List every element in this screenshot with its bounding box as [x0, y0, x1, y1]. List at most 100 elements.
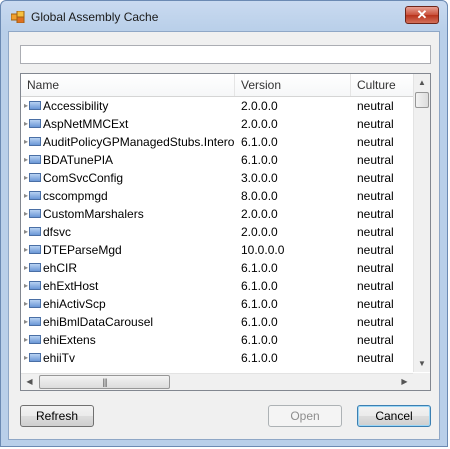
vertical-scroll-thumb[interactable] — [415, 92, 429, 108]
assembly-version: 6.1.0.0 — [241, 279, 278, 293]
close-button[interactable]: ✕ — [405, 6, 439, 24]
assembly-version: 2.0.0.0 — [241, 207, 278, 221]
scroll-down-icon[interactable]: ▼ — [414, 355, 430, 372]
horizontal-scrollbar[interactable]: ◀ ||| ▶ — [21, 373, 413, 390]
list-item[interactable]: ▸ dfsvc 2.0.0.0 neutral — [21, 223, 413, 241]
vertical-scrollbar[interactable]: ▲ ▼ — [413, 74, 430, 372]
assembly-name: ehExtHost — [43, 279, 99, 293]
assembly-name: AspNetMMCExt — [43, 117, 129, 131]
assembly-icon — [29, 173, 41, 182]
expand-icon[interactable]: ▸ — [24, 115, 28, 133]
assembly-culture: neutral — [357, 171, 394, 185]
assembly-version: 6.1.0.0 — [241, 153, 278, 167]
assembly-icon — [29, 137, 41, 146]
assembly-name: AuditPolicyGPManagedStubs.Interop — [43, 135, 235, 149]
list-item[interactable]: ▸ ehiBmlDataCarousel 6.1.0.0 neutral — [21, 313, 413, 331]
list-item[interactable]: ▸ DTEParseMgd 10.0.0.0 neutral — [21, 241, 413, 259]
list-item[interactable]: ▸ CustomMarshalers 2.0.0.0 neutral — [21, 205, 413, 223]
assembly-culture: neutral — [357, 351, 394, 365]
list-item[interactable]: ▸ BDATunePIA 6.1.0.0 neutral — [21, 151, 413, 169]
assembly-icon — [29, 263, 41, 272]
scroll-left-icon[interactable]: ◀ — [21, 374, 38, 390]
assembly-version: 6.1.0.0 — [241, 315, 278, 329]
assembly-name: dfsvc — [43, 225, 72, 239]
assembly-version: 6.1.0.0 — [241, 261, 278, 275]
scrollbar-corner — [413, 373, 430, 390]
assembly-culture: neutral — [357, 279, 394, 293]
assembly-icon — [29, 209, 41, 218]
expand-icon[interactable]: ▸ — [24, 331, 28, 349]
assembly-culture: neutral — [357, 225, 394, 239]
open-button[interactable]: Open — [268, 405, 342, 427]
title-bar[interactable]: Global Assembly Cache ✕ — [1, 1, 447, 31]
scroll-up-icon[interactable]: ▲ — [414, 74, 430, 91]
assembly-icon — [29, 101, 41, 110]
assembly-icon — [29, 245, 41, 254]
assembly-name: CustomMarshalers — [43, 207, 144, 221]
assembly-culture: neutral — [357, 153, 394, 167]
expand-icon[interactable]: ▸ — [24, 277, 28, 295]
expand-icon[interactable]: ▸ — [24, 97, 28, 115]
expand-icon[interactable]: ▸ — [24, 313, 28, 331]
assembly-version: 6.1.0.0 — [241, 135, 278, 149]
scroll-right-icon[interactable]: ▶ — [396, 374, 413, 390]
search-input[interactable] — [20, 45, 431, 64]
expand-icon[interactable]: ▸ — [24, 223, 28, 241]
assembly-icon — [29, 317, 41, 326]
assembly-culture: neutral — [357, 189, 394, 203]
expand-icon[interactable]: ▸ — [24, 205, 28, 223]
assembly-list[interactable]: Name Version Culture ▸ Accessibility 2.0.0… — [20, 73, 431, 391]
list-item[interactable]: ▸ ehiiTv 6.1.0.0 neutral — [21, 349, 413, 367]
assembly-name: Accessibility — [43, 99, 109, 113]
assembly-icon — [29, 155, 41, 164]
list-rows: ▸ Accessibility 2.0.0.0 neutral ▸ AspNetMMCEx… — [21, 97, 413, 367]
assembly-culture: neutral — [357, 207, 394, 221]
gac-window: Global Assembly Cache ✕ Name Version Cul… — [0, 0, 448, 447]
expand-icon[interactable]: ▸ — [24, 349, 28, 367]
expand-icon[interactable]: ▸ — [24, 187, 28, 205]
assembly-name: ehCIR — [43, 261, 78, 275]
refresh-button[interactable]: Refresh — [20, 405, 94, 427]
expand-icon[interactable]: ▸ — [24, 169, 28, 187]
expand-icon[interactable]: ▸ — [24, 241, 28, 259]
assembly-icon — [29, 299, 41, 308]
expand-icon[interactable]: ▸ — [24, 259, 28, 277]
assembly-icon — [29, 191, 41, 200]
list-item[interactable]: ▸ AspNetMMCExt 2.0.0.0 neutral — [21, 115, 413, 133]
assembly-name: ehiActivScp — [43, 297, 106, 311]
assembly-name: ehiExtens — [43, 333, 96, 347]
expand-icon[interactable]: ▸ — [24, 151, 28, 169]
list-item[interactable]: ▸ ehCIR 6.1.0.0 neutral — [21, 259, 413, 277]
assembly-icon — [29, 281, 41, 290]
list-item[interactable]: ▸ AuditPolicyGPManagedStubs.Interop 6.1.0.… — [21, 133, 413, 151]
assembly-name: BDATunePIA — [43, 153, 114, 167]
assembly-culture: neutral — [357, 99, 394, 113]
assembly-name: cscompmgd — [43, 189, 108, 203]
assembly-icon — [29, 227, 41, 236]
cancel-button[interactable]: Cancel — [357, 405, 431, 427]
client-area: Name Version Culture ▸ Accessibility 2.0.0… — [8, 31, 440, 440]
list-item[interactable]: ▸ ComSvcConfig 3.0.0.0 neutral — [21, 169, 413, 187]
window-title: Global Assembly Cache — [31, 10, 159, 24]
horizontal-scroll-thumb[interactable]: ||| — [39, 375, 170, 389]
expand-icon[interactable]: ▸ — [24, 295, 28, 313]
assembly-culture: neutral — [357, 297, 394, 311]
assembly-culture: neutral — [357, 315, 394, 329]
column-header-name[interactable]: Name — [21, 74, 235, 96]
assembly-version: 6.1.0.0 — [241, 333, 278, 347]
list-item[interactable]: ▸ ehExtHost 6.1.0.0 neutral — [21, 277, 413, 295]
assembly-version: 6.1.0.0 — [241, 297, 278, 311]
assembly-version: 10.0.0.0 — [241, 243, 285, 257]
assembly-culture: neutral — [357, 135, 394, 149]
list-item[interactable]: ▸ ehiActivScp 6.1.0.0 neutral — [21, 295, 413, 313]
assembly-version: 3.0.0.0 — [241, 171, 278, 185]
list-item[interactable]: ▸ Accessibility 2.0.0.0 neutral — [21, 97, 413, 115]
list-item[interactable]: ▸ cscompmgd 8.0.0.0 neutral — [21, 187, 413, 205]
assembly-culture: neutral — [357, 243, 394, 257]
list-item[interactable]: ▸ ehiExtens 6.1.0.0 neutral — [21, 331, 413, 349]
assembly-icon — [29, 335, 41, 344]
assembly-name: ComSvcConfig — [43, 171, 124, 185]
assembly-name: DTEParseMgd — [43, 243, 122, 257]
column-header-version[interactable]: Version — [235, 74, 351, 96]
expand-icon[interactable]: ▸ — [24, 133, 28, 151]
